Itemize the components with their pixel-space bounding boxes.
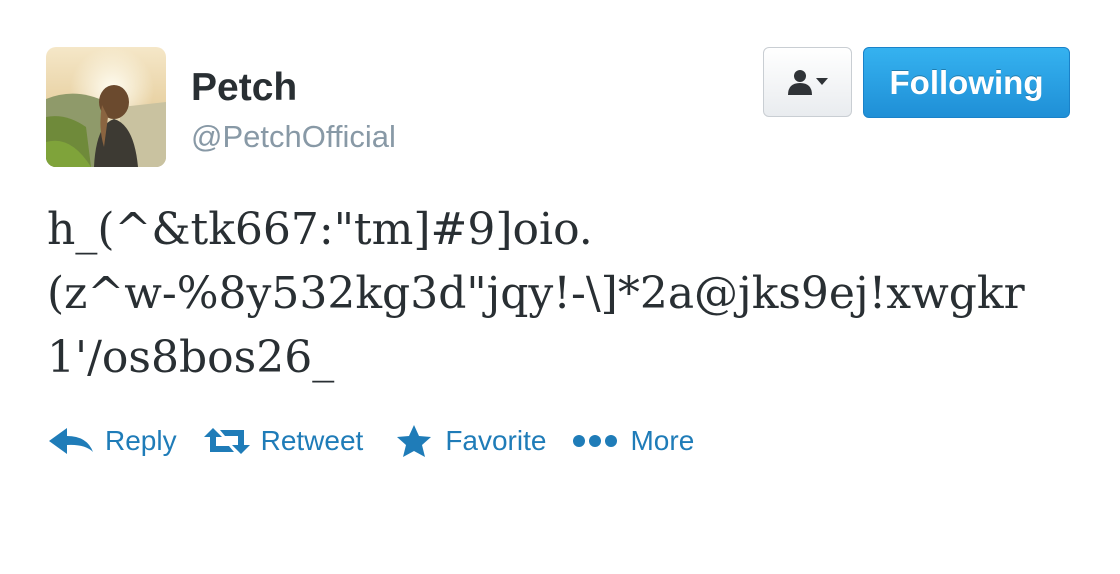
reply-arrow-icon xyxy=(49,428,93,454)
more-dots-icon xyxy=(573,435,618,447)
following-button[interactable]: Following xyxy=(863,47,1070,118)
more-button[interactable]: More xyxy=(572,425,694,457)
avatar-photo xyxy=(46,47,166,167)
tweet-text-line: 1'/os8bos26_ xyxy=(47,332,335,383)
avatar[interactable] xyxy=(46,47,166,167)
favorite-button[interactable]: Favorite xyxy=(393,424,546,458)
retweet-label: Retweet xyxy=(260,425,364,456)
tweet-text-line: h_(^&tk667:"tm]#9]oio. xyxy=(47,204,593,255)
user-actions-button[interactable] xyxy=(763,47,852,117)
person-icon xyxy=(787,70,812,95)
tweet-text-line: (z^w-%8y532kg3d"jqy!-\]*2a@jks9ej!xwgkr xyxy=(47,268,1025,319)
display-name[interactable]: Petch xyxy=(191,66,297,110)
favorite-label: Favorite xyxy=(445,425,547,456)
retweet-button[interactable]: Retweet xyxy=(203,425,364,457)
star-icon xyxy=(397,425,432,457)
reply-button[interactable]: Reply xyxy=(47,425,177,457)
caret-down-icon xyxy=(815,78,828,85)
retweet-icon xyxy=(203,428,250,454)
reply-label: Reply xyxy=(105,425,177,456)
more-label: More xyxy=(630,425,695,456)
tweet-actions: Reply Retweet Favorite More xyxy=(47,418,694,464)
user-handle[interactable]: @PetchOfficial xyxy=(191,119,396,155)
tweet-text: h_(^&tk667:"tm]#9]oio. (z^w-%8y532kg3d"j… xyxy=(47,198,1073,390)
